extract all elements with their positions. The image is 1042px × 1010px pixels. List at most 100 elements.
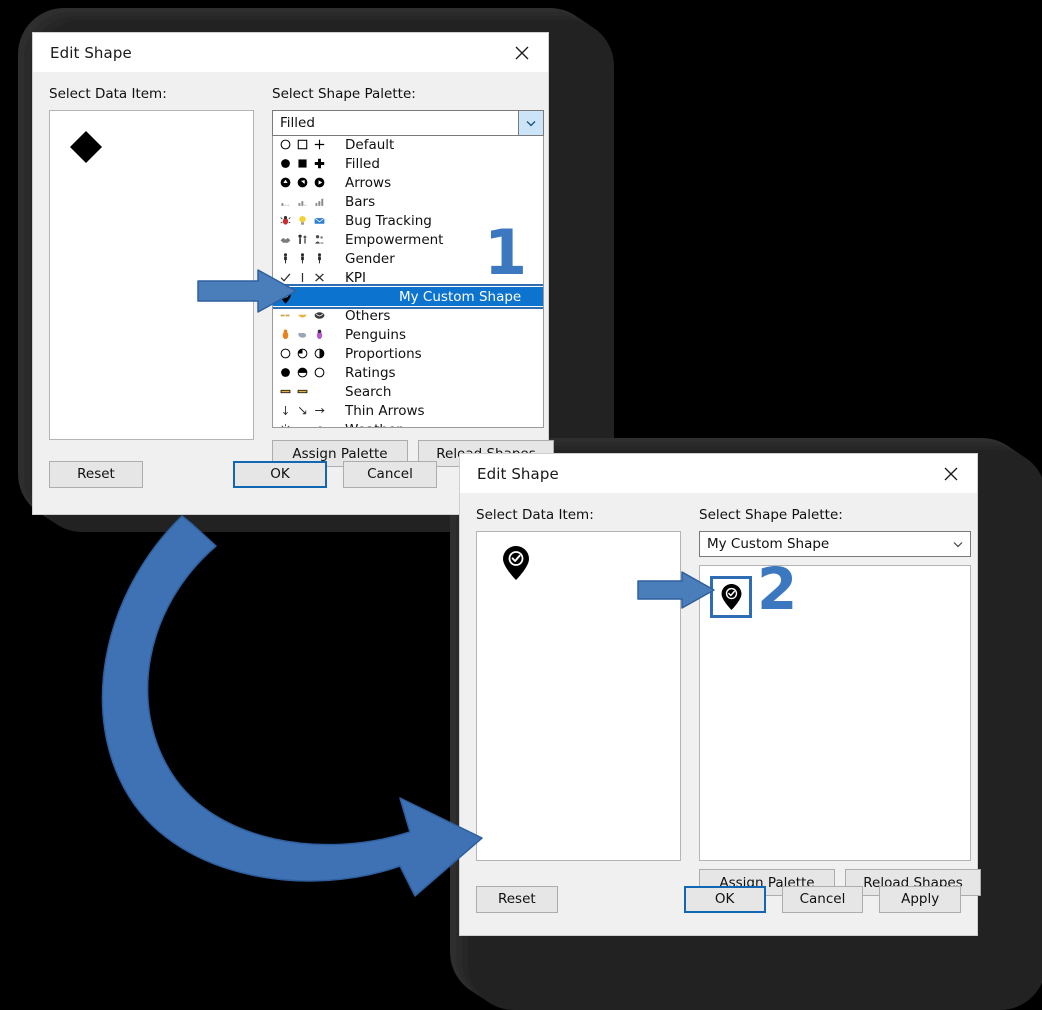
palette-list-item[interactable]: Others — [273, 306, 543, 325]
cross-icon — [313, 271, 326, 284]
penguin-orange-icon — [279, 328, 292, 341]
cancel-button[interactable]: Cancel — [782, 886, 864, 913]
bars-low-icon — [279, 195, 292, 208]
circle-half-icon — [313, 347, 326, 360]
palette-preview-icons — [279, 385, 341, 398]
circle-outline-icon — [313, 366, 326, 379]
palette-list-item[interactable]: Default — [273, 135, 543, 154]
palette-list-item[interactable]: Arrows — [273, 173, 543, 192]
palette-list-item[interactable]: Bars — [273, 192, 543, 211]
ok-button[interactable]: OK — [233, 461, 327, 488]
palette-list-item[interactable]: Search — [273, 382, 543, 401]
dialog2-palette-combobox[interactable]: My Custom Shape — [699, 531, 971, 557]
palette-item-label: My Custom Shape — [341, 289, 521, 305]
search-bar-icon — [279, 385, 292, 398]
palette-item-label: KPI — [341, 270, 366, 286]
dialog2-footer: Reset OK Cancel Apply — [460, 873, 977, 925]
palette-item-label: Bug Tracking — [341, 213, 432, 229]
person-icon — [313, 252, 326, 265]
reset-button[interactable]: Reset — [49, 461, 143, 488]
square-outline-icon — [296, 138, 309, 151]
arrow-right-thin-icon — [313, 404, 326, 417]
bug-icon — [279, 214, 292, 227]
palette-list-item[interactable]: Penguins — [273, 325, 543, 344]
search-bar-icon — [296, 385, 309, 398]
person-icon — [279, 252, 292, 265]
lightbulb-icon — [296, 214, 309, 227]
palette-preview-icons — [279, 138, 341, 151]
circle-filled-icon — [279, 157, 292, 170]
palette-preview-icons — [279, 176, 341, 189]
palette-item-label: Default — [341, 137, 394, 153]
palette-item-label: Proportions — [341, 346, 422, 362]
circle-empty-icon — [279, 347, 292, 360]
dialog2-data-item-label: Select Data Item: — [476, 507, 681, 523]
arrow-right-circle-icon — [313, 176, 326, 189]
palette-preview-icons — [279, 195, 341, 208]
palette-preview-icons — [279, 423, 341, 428]
palette-list-item[interactable]: Weather — [273, 420, 543, 428]
palette-preview-icons — [279, 366, 341, 379]
palette-item-label: Filled — [341, 156, 380, 172]
palette-item-label: Search — [341, 384, 391, 400]
cancel-button[interactable]: Cancel — [343, 461, 437, 488]
palette-preview-icons — [279, 233, 341, 246]
filled-diamond-shape[interactable] — [66, 127, 106, 171]
square-filled-icon — [296, 157, 309, 170]
palette-item-label: Empowerment — [341, 232, 443, 248]
selected-shape-swatch[interactable] — [710, 576, 752, 618]
dialog2-body: Select Data Item: Select Shape Palette: — [460, 493, 977, 935]
palette-list-item[interactable]: Ratings — [273, 363, 543, 382]
map-pin-check-icon — [720, 583, 743, 615]
dialog2-titlebar: Edit Shape — [460, 454, 977, 493]
palette-list-item[interactable]: Proportions — [273, 344, 543, 363]
circle-quarter-icon — [296, 347, 309, 360]
close-icon[interactable] — [508, 41, 536, 65]
dialog1-palette-combobox[interactable]: Filled — [272, 110, 544, 136]
ok-button[interactable]: OK — [684, 886, 766, 913]
pointer-arrow-step-1 — [196, 268, 300, 314]
sun-icon — [279, 423, 292, 428]
close-icon[interactable] — [937, 462, 965, 486]
envelope-icon — [313, 214, 326, 227]
dialog1-title: Edit Shape — [50, 44, 132, 62]
blob-icon — [313, 309, 326, 322]
penguin-grey-icon — [296, 328, 309, 341]
plus-filled-icon — [313, 157, 326, 170]
bars-high-icon — [313, 195, 326, 208]
palette-item-label: Others — [341, 308, 390, 324]
flow-curved-arrow — [70, 498, 500, 908]
dialog2-combo-value: My Custom Shape — [700, 532, 946, 556]
palette-item-label: Gender — [341, 251, 395, 267]
apply-button[interactable]: Apply — [879, 886, 961, 913]
palette-preview-icons — [279, 328, 341, 341]
dialog1-data-item-label: Select Data Item: — [49, 86, 254, 102]
handshake-icon — [279, 233, 292, 246]
step-1-annotation: 1 — [484, 222, 527, 284]
step-2-annotation: 2 — [757, 560, 797, 618]
dialog1-titlebar: Edit Shape — [33, 33, 548, 72]
palette-item-label: Ratings — [341, 365, 396, 381]
chevron-down-icon[interactable] — [518, 111, 543, 135]
arrow-down-thin-icon — [279, 404, 292, 417]
map-pin-check-icon[interactable] — [501, 545, 531, 585]
palette-list-item[interactable]: Thin Arrows — [273, 401, 543, 420]
pointer-arrow-step-2 — [636, 570, 716, 610]
palette-item-label: Bars — [341, 194, 375, 210]
palette-list-item[interactable]: Filled — [273, 154, 543, 173]
palette-item-label: Thin Arrows — [341, 403, 425, 419]
circle-outline-icon — [279, 138, 292, 151]
chevron-down-icon[interactable] — [946, 532, 970, 556]
palette-item-label: Weather — [341, 422, 402, 429]
cloud-icon — [296, 423, 309, 428]
palette-list-item-selected[interactable]: My Custom Shape — [273, 287, 543, 306]
palette-item-label: Penguins — [341, 327, 406, 343]
arrow-diag-circle-icon — [296, 176, 309, 189]
palette-preview-icons — [279, 404, 341, 417]
bars-mid-icon — [296, 195, 309, 208]
person-icon — [296, 252, 309, 265]
palette-preview-icons — [279, 157, 341, 170]
dialog2-shape-palette-panel[interactable] — [699, 565, 971, 861]
edit-shape-dialog-2: Edit Shape Select Data Item: — [459, 453, 978, 936]
circle-full-icon — [279, 366, 292, 379]
